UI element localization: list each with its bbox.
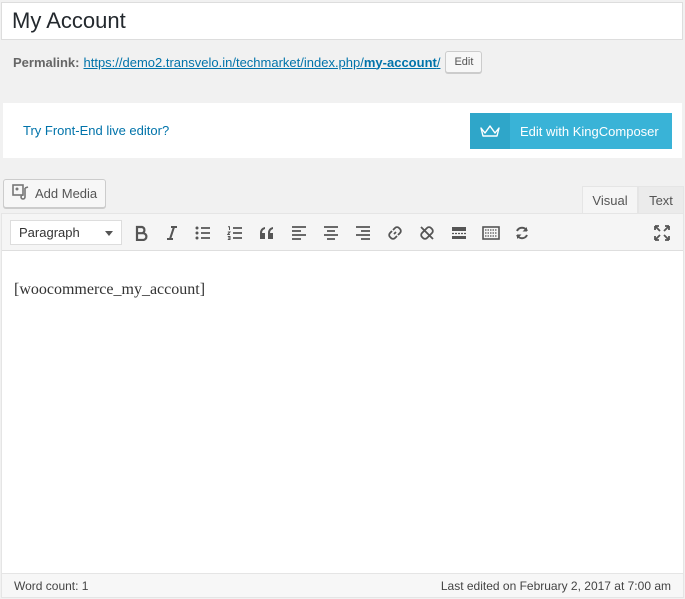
read-more-icon[interactable]	[448, 222, 470, 244]
word-count: Word count: 1	[14, 579, 89, 593]
tab-text[interactable]: Text	[638, 186, 684, 214]
format-select-value: Paragraph	[19, 225, 80, 240]
bulleted-list-icon[interactable]	[192, 222, 214, 244]
edit-with-kingcomposer-button[interactable]: Edit with KingComposer	[470, 113, 672, 149]
toolbar-toggle-icon[interactable]	[480, 222, 502, 244]
add-media-label: Add Media	[35, 186, 98, 201]
permalink-url-suffix: /	[436, 54, 441, 70]
unlink-icon[interactable]	[416, 222, 438, 244]
title-input[interactable]	[2, 3, 682, 39]
align-center-icon[interactable]	[320, 222, 342, 244]
permalink-label: Permalink:	[13, 54, 80, 70]
numbered-list-icon[interactable]	[224, 222, 246, 244]
permalink-slug: my-account	[363, 54, 437, 70]
link-icon[interactable]	[384, 222, 406, 244]
chevron-down-icon	[105, 231, 113, 236]
blockquote-icon[interactable]	[256, 222, 278, 244]
format-select[interactable]: Paragraph	[10, 220, 122, 245]
editor-content[interactable]: [woocommerce_my_account]	[14, 281, 205, 299]
align-left-icon[interactable]	[288, 222, 310, 244]
editor-status-bar: Word count: 1 Last edited on February 2,…	[2, 573, 683, 597]
kingcomposer-bar: Try Front-End live editor? Edit with Kin…	[3, 103, 682, 158]
content-editor: Paragraph [woocommerce_my_account] Word …	[1, 213, 684, 598]
editor-toolbar: Paragraph	[2, 214, 683, 251]
tab-visual[interactable]: Visual	[582, 186, 638, 214]
kingcomposer-crown-icon	[470, 113, 510, 149]
align-right-icon[interactable]	[352, 222, 374, 244]
edit-with-kingcomposer-label: Edit with KingComposer	[520, 123, 659, 139]
permalink-url-prefix: https://demo2.transvelo.in/techmarket/in…	[83, 54, 364, 70]
permalink-edit-button[interactable]: Edit	[445, 51, 483, 73]
refresh-icon[interactable]	[511, 222, 533, 244]
media-icon	[12, 184, 30, 203]
permalink-link[interactable]: https://demo2.transvelo.in/techmarket/in…	[83, 55, 440, 70]
last-edited: Last edited on February 2, 2017 at 7:00 …	[440, 579, 671, 593]
title-field-wrapper	[1, 2, 683, 40]
fullscreen-icon[interactable]	[651, 222, 673, 244]
italic-icon[interactable]	[161, 222, 183, 244]
add-media-button[interactable]: Add Media	[3, 179, 107, 208]
front-end-editor-link[interactable]: Try Front-End live editor?	[23, 123, 169, 138]
bold-icon[interactable]	[130, 222, 152, 244]
permalink-row: Permalink: https://demo2.transvelo.in/te…	[13, 51, 483, 73]
